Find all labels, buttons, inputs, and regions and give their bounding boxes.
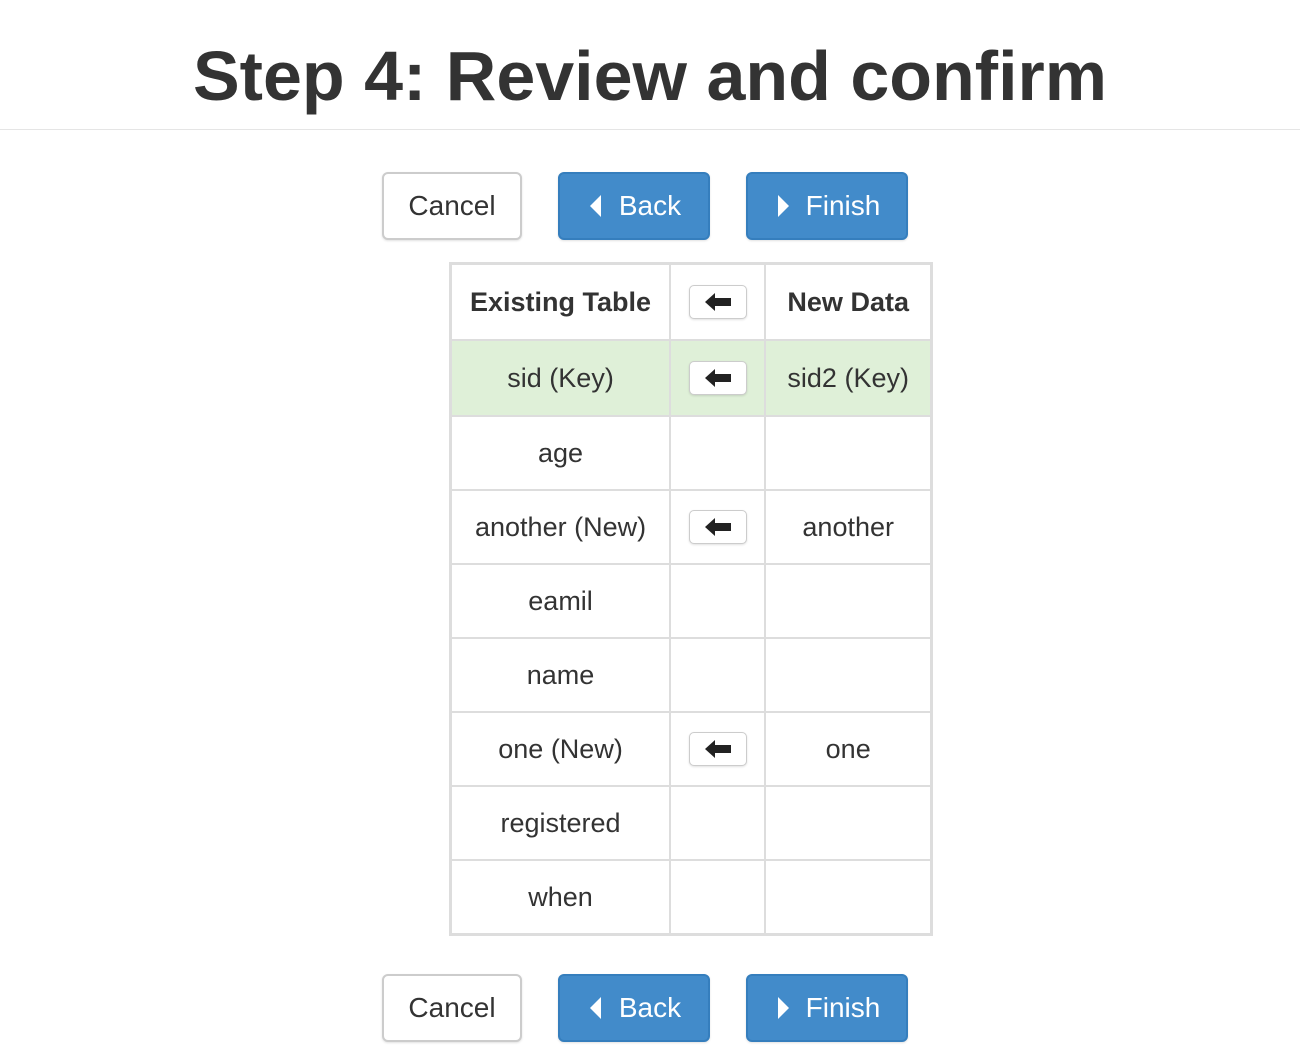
map-all-arrow-button[interactable] (688, 285, 747, 319)
existing-column-cell: eamil (449, 563, 672, 639)
column-mapping-table: Existing Table New Data sid (Key) sid2 (… (449, 262, 933, 936)
existing-column-cell: another (New) (449, 489, 672, 565)
table-row: age (449, 415, 933, 491)
arrow-left-icon (703, 292, 733, 312)
table-row: registered (449, 785, 933, 861)
mapping-arrow-button[interactable] (688, 510, 747, 544)
mapping-arrow-cell (669, 339, 767, 417)
new-column-cell: one (764, 711, 933, 787)
header-new-data: New Data (764, 262, 933, 341)
header-arrow-cell (669, 262, 767, 341)
existing-column-cell: when (449, 859, 672, 936)
table-row: when (449, 859, 933, 936)
back-button[interactable]: Back (558, 172, 710, 240)
page-title: Step 4: Review and confirm (192, 37, 1108, 115)
table-row: name (449, 637, 933, 713)
mapping-arrow-cell (669, 785, 767, 861)
back-button[interactable]: Back (558, 974, 710, 1042)
new-column-cell (764, 415, 933, 491)
table-header-row: Existing Table New Data (449, 262, 933, 341)
table-row: one (New) one (449, 711, 933, 787)
caret-right-icon (774, 193, 792, 219)
caret-right-icon (774, 995, 792, 1021)
arrow-left-icon (703, 368, 733, 388)
back-button-label: Back (618, 992, 682, 1023)
table-row: sid (Key) sid2 (Key) (449, 339, 933, 417)
finish-button[interactable]: Finish (746, 172, 908, 240)
mapping-arrow-cell (669, 711, 767, 787)
mapping-arrow-cell (669, 415, 767, 491)
new-column-cell (764, 785, 933, 861)
mapping-arrow-cell (669, 859, 767, 936)
cancel-button[interactable]: Cancel (382, 172, 522, 240)
existing-column-cell: one (New) (449, 711, 672, 787)
new-column-cell (764, 859, 933, 936)
mapping-arrow-button[interactable] (688, 361, 747, 395)
mapping-arrow-button[interactable] (688, 732, 747, 766)
review-page: Step 4: Review and confirm Cancel Back F… (0, 0, 1300, 1056)
existing-column-cell: name (449, 637, 672, 713)
back-button-label: Back (618, 190, 682, 221)
new-column-cell (764, 637, 933, 713)
cancel-button[interactable]: Cancel (382, 974, 522, 1042)
finish-button[interactable]: Finish (746, 974, 908, 1042)
bottom-button-row: Cancel Back Finish (0, 974, 1300, 1044)
page-header: Step 4: Review and confirm (0, 0, 1300, 130)
top-button-row: Cancel Back Finish (0, 172, 1300, 242)
caret-left-icon (587, 193, 605, 219)
arrow-left-icon (703, 739, 733, 759)
table-row: eamil (449, 563, 933, 639)
new-column-cell: sid2 (Key) (764, 339, 933, 417)
mapping-arrow-cell (669, 637, 767, 713)
new-column-cell: another (764, 489, 933, 565)
finish-button-label: Finish (805, 992, 881, 1023)
cancel-button-label: Cancel (408, 992, 496, 1023)
table-row: another (New) another (449, 489, 933, 565)
existing-column-cell: sid (Key) (449, 339, 672, 417)
existing-column-cell: registered (449, 785, 672, 861)
mapping-arrow-cell (669, 489, 767, 565)
header-existing-table: Existing Table (449, 262, 672, 341)
new-column-cell (764, 563, 933, 639)
finish-button-label: Finish (805, 190, 881, 221)
mapping-arrow-cell (669, 563, 767, 639)
existing-column-cell: age (449, 415, 672, 491)
arrow-left-icon (703, 517, 733, 537)
cancel-button-label: Cancel (408, 190, 496, 221)
caret-left-icon (587, 995, 605, 1021)
